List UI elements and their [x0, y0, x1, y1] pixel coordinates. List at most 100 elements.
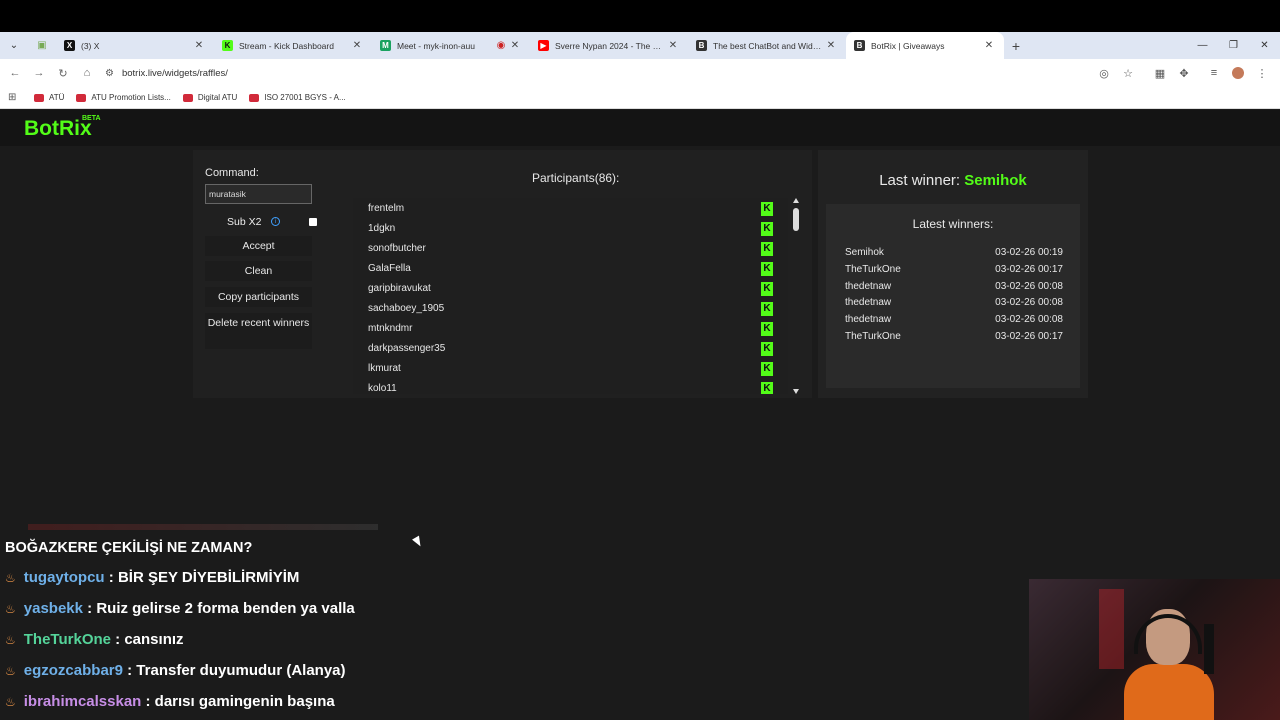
eye-off-icon[interactable]: ◎: [1092, 67, 1116, 80]
close-tab-icon[interactable]: ✕: [666, 40, 680, 51]
browser-tab-active[interactable]: B BotRix | Giveaways ✕: [846, 32, 1004, 59]
menu-icon[interactable]: ⋮: [1250, 67, 1274, 80]
faded-chat-line: [28, 524, 378, 530]
bookmark-item[interactable]: Digital ATU: [182, 93, 237, 102]
tab-search-icon[interactable]: ⌄: [0, 32, 28, 59]
accept-button[interactable]: Accept: [205, 236, 312, 256]
meet-favicon-icon: M: [380, 40, 391, 51]
delete-recent-winners-button[interactable]: Delete recent winners: [205, 313, 312, 349]
scroll-thumb[interactable]: [793, 208, 799, 231]
stream-chat-overlay: BOĞAZKERE ÇEKİLİŞİ NE ZAMAN? ♨ tugaytopcu…: [0, 522, 760, 720]
bookmark-icon: [34, 93, 44, 102]
home-icon[interactable]: ⌂: [75, 67, 99, 79]
participant-name: sonofbutcher: [368, 243, 426, 254]
latest-winners-box: Latest winners: Semihok 03-02-26 00:19 Th…: [826, 204, 1080, 388]
close-window-icon[interactable]: ✕: [1249, 40, 1280, 51]
restore-icon[interactable]: ❐: [1218, 40, 1249, 51]
kick-chat-icon: ♨: [5, 571, 16, 585]
webcam-overlay: [1029, 579, 1280, 720]
address-bar-row: ← → ↻ ⌂ ⚙ botrix.live/widgets/raffles/ ◎…: [0, 59, 1280, 87]
kick-icon: K: [761, 302, 773, 316]
bookmark-item[interactable]: ISO 27001 BGYS - A...: [249, 93, 346, 102]
tab-title: Stream - Kick Dashboard: [239, 40, 334, 51]
url-text: botrix.live/widgets/raffles/: [121, 67, 228, 79]
close-tab-icon[interactable]: ✕: [508, 40, 522, 51]
winner-row: thedetnaw 03-02-26 00:08: [845, 314, 1063, 330]
last-winner-name: Semihok: [964, 172, 1027, 189]
participant-name: lkmurat: [368, 363, 401, 374]
winner-date: 03-02-26 00:19: [995, 247, 1063, 258]
window-controls: — ❐ ✕: [1187, 32, 1280, 59]
browser-tab[interactable]: K Stream - Kick Dashboard ✕: [214, 32, 372, 59]
reload-icon[interactable]: ↻: [51, 67, 75, 80]
bookmark-item[interactable]: ATU Promotion Lists...: [76, 93, 171, 102]
kick-chat-icon: ♨: [5, 602, 16, 616]
close-tab-icon[interactable]: ✕: [982, 40, 996, 51]
chat-text: : cansınız: [115, 631, 184, 648]
bookmark-item[interactable]: ATÜ: [34, 93, 64, 102]
scroll-down-icon[interactable]: [793, 389, 799, 394]
browser-tab[interactable]: B The best ChatBot and Widgets ✕: [688, 32, 846, 59]
bookmark-icon: [182, 93, 193, 102]
puzzle-icon[interactable]: ✥: [1172, 67, 1196, 80]
chat-message: ♨ yasbekk : Ruiz gelirse 2 forma benden y…: [5, 600, 355, 622]
close-tab-icon[interactable]: ✕: [350, 40, 364, 51]
winners-panel: Last winner: Semihok Latest winners: Sem…: [818, 150, 1088, 398]
kick-icon: K: [761, 382, 773, 394]
minimize-icon[interactable]: —: [1187, 40, 1218, 51]
forward-icon[interactable]: →: [27, 67, 51, 79]
last-winner-label: Last winner:: [879, 172, 961, 189]
site-info-icon[interactable]: ⚙: [105, 68, 114, 79]
info-icon[interactable]: i: [271, 217, 280, 226]
participant-row: mtnkndmr K: [368, 319, 773, 339]
chat-message: ♨ TheTurkOne : cansınız: [5, 631, 184, 653]
kick-icon: K: [761, 262, 773, 276]
close-tab-icon[interactable]: ✕: [824, 40, 838, 51]
participant-name: darkpassenger35: [368, 343, 446, 354]
winner-row: thedetnaw 03-02-26 00:08: [845, 297, 1063, 313]
winner-name: thedetnaw: [845, 297, 892, 308]
participant-name: mtnkndmr: [368, 323, 413, 334]
copy-participants-button[interactable]: Copy participants: [205, 287, 312, 307]
clean-button[interactable]: Clean: [205, 261, 312, 281]
apps-grid-icon[interactable]: ⊞: [8, 92, 20, 103]
botrix-logo[interactable]: BotRix BETA: [24, 115, 101, 141]
participant-name: sachaboey_1905: [368, 303, 445, 314]
headset-icon: [1134, 614, 1202, 654]
command-input[interactable]: muratasik: [205, 184, 312, 204]
media-icon[interactable]: ≡: [1202, 67, 1226, 79]
extension-icon[interactable]: ▦: [1148, 67, 1172, 80]
latest-winners-title: Latest winners:: [912, 217, 994, 231]
scroll-up-icon[interactable]: [793, 198, 799, 203]
browser-tab[interactable]: ▶ Sverre Nypan 2024 - The Brillia ✕: [530, 32, 688, 59]
winner-row: thedetnaw 03-02-26 00:08: [845, 281, 1063, 297]
kick-chat-icon: ♨: [5, 695, 16, 709]
site-header: BotRix BETA: [0, 110, 1280, 146]
back-icon[interactable]: ←: [3, 67, 27, 79]
bookmark-label: ISO 27001 BGYS - A...: [264, 93, 346, 102]
winner-row: TheTurkOne 03-02-26 00:17: [845, 331, 1063, 347]
botrix-favicon-icon: B: [696, 40, 707, 51]
kick-icon: K: [761, 342, 773, 356]
background-light: [1099, 589, 1124, 669]
tab-title: Meet - myk-inon-auu: [397, 40, 475, 51]
chat-username: yasbekk: [23, 600, 83, 617]
participants-list[interactable]: frentelm K 1dgkn K sonofbutcher K GalaFella…: [353, 198, 788, 394]
url-field[interactable]: ⚙ botrix.live/widgets/raffles/: [105, 68, 228, 79]
sub-x2-checkbox[interactable]: [309, 218, 317, 226]
participant-row: kolo11 K: [368, 379, 773, 394]
browser-tab-bar: ⌄ ▣ X (3) X ✕ K Stream - Kick Dashboard …: [0, 32, 1280, 59]
bookmark-star-icon[interactable]: ☆: [1116, 67, 1140, 80]
close-tab-icon[interactable]: ✕: [192, 40, 206, 51]
participants-scrollbar[interactable]: [793, 198, 801, 394]
kick-icon: K: [761, 202, 773, 216]
profile-avatar[interactable]: [1232, 67, 1244, 79]
tab-title: Sverre Nypan 2024 - The Brillia: [555, 40, 666, 51]
browser-tab[interactable]: M Meet - myk-inon-auu ◉ ✕: [372, 32, 530, 59]
tab-groups-icon[interactable]: ▣: [28, 32, 56, 59]
x-favicon-icon: X: [64, 40, 75, 51]
winner-row: TheTurkOne 03-02-26 00:17: [845, 264, 1063, 280]
new-tab-icon[interactable]: +: [1004, 38, 1028, 54]
browser-tab[interactable]: X (3) X ✕: [56, 32, 214, 59]
chat-message: ♨ egzozcabbar9 : Transfer duyumudur (Alan…: [5, 662, 346, 684]
